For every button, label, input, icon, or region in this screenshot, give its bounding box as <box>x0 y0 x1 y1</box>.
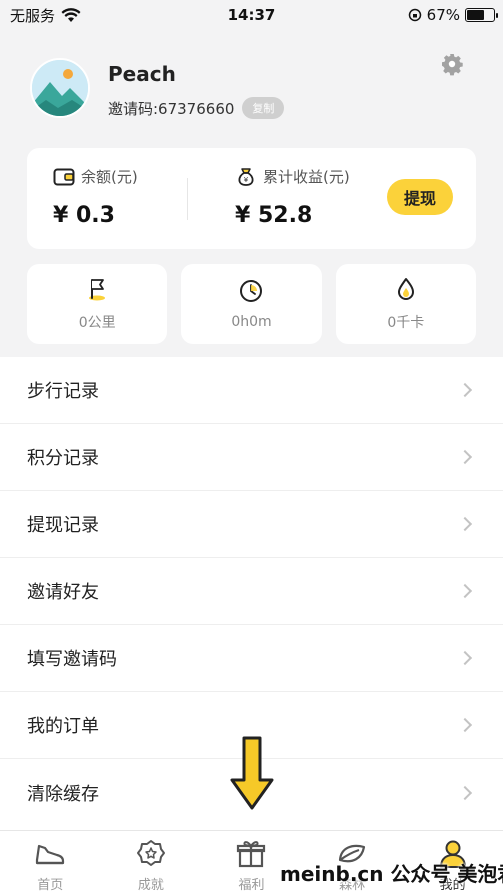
invite-code: 邀请码:67376660 <box>108 99 235 118</box>
money-bag-icon: ¥ <box>238 167 254 186</box>
distance-stat: 0公里 <box>27 264 168 344</box>
chevron-right-icon <box>457 650 473 666</box>
status-bar: 无服务 14:37 67% <box>0 0 503 30</box>
tab-label: 成就 <box>137 878 164 893</box>
distance-value: 0公里 <box>78 315 116 331</box>
earnings-column: ¥ 累计收益(元) ¥ 52.8 <box>235 166 350 228</box>
earnings-label: 累计收益(元) <box>263 168 350 186</box>
clock-icon <box>240 280 263 302</box>
invite-code-row: 邀请码:67376660 复制 <box>108 97 285 119</box>
watermark: meinb.cn 公众号 美泡君 <box>280 862 503 886</box>
menu-item-label: 积分记录 <box>27 448 99 469</box>
balance-divider <box>187 178 188 220</box>
mountain-avatar-icon <box>32 60 88 116</box>
svg-text:¥: ¥ <box>244 176 249 184</box>
calorie-stat: 0千卡 <box>335 264 476 344</box>
balance-card: 余额(元) ¥ 0.3 ¥ 累计收益(元) ¥ 52.8 提现 <box>27 148 476 249</box>
battery-percent: 67% <box>426 6 460 24</box>
tab-label: 福利 <box>238 878 265 893</box>
balance-label: 余额(元) <box>81 168 138 186</box>
settings-button[interactable] <box>440 52 464 76</box>
menu-item-label: 提现记录 <box>27 515 99 536</box>
chevron-right-icon <box>457 516 473 532</box>
battery-icon <box>465 8 498 22</box>
flag-icon <box>89 279 106 301</box>
avatar[interactable] <box>30 58 90 118</box>
duration-stat: 0h0m <box>181 264 322 344</box>
duration-value: 0h0m <box>231 314 272 330</box>
menu-item-withdraw-records[interactable]: 提现记录 <box>0 491 503 558</box>
orientation-lock-icon <box>408 8 421 22</box>
menu-item-label: 清除缓存 <box>27 783 99 805</box>
menu-item-label: 我的订单 <box>27 716 99 737</box>
withdraw-button[interactable]: 提现 <box>387 179 453 215</box>
gear-icon <box>442 54 463 76</box>
shoe-icon <box>36 844 65 865</box>
copy-button[interactable]: 复制 <box>242 97 285 119</box>
wifi-icon <box>61 7 81 22</box>
chevron-right-icon <box>457 717 473 733</box>
medal-icon <box>136 840 165 866</box>
menu-item-label: 邀请好友 <box>27 582 99 603</box>
flame-icon <box>397 278 414 300</box>
chevron-right-icon <box>457 449 473 465</box>
arrow-down-icon <box>230 736 274 810</box>
tab-achievements[interactable]: 成就 <box>101 831 202 896</box>
menu-item-walk-records[interactable]: 步行记录 <box>0 357 503 424</box>
wallet-icon <box>53 168 75 185</box>
balance-value: ¥ 0.3 <box>53 203 115 228</box>
gift-icon <box>237 841 266 868</box>
menu-item-points-records[interactable]: 积分记录 <box>0 424 503 491</box>
carrier-label: 无服务 <box>10 6 56 25</box>
earnings-value: ¥ 52.8 <box>235 203 313 228</box>
menu-item-label: 填写邀请码 <box>27 649 117 670</box>
chevron-right-icon <box>457 382 473 398</box>
activity-stats: 0公里 0h0m 0千卡 <box>27 264 476 344</box>
menu-item-enter-invite-code[interactable]: 填写邀请码 <box>0 625 503 692</box>
chevron-right-icon <box>457 785 473 800</box>
tab-label: 首页 <box>37 878 64 893</box>
menu-item-invite-friends[interactable]: 邀请好友 <box>0 558 503 625</box>
username: Peach <box>108 62 176 86</box>
profile-header: Peach 邀请码:67376660 复制 <box>0 30 503 148</box>
battery-level <box>467 10 485 20</box>
menu-item-label: 步行记录 <box>27 381 99 402</box>
balance-column: 余额(元) ¥ 0.3 <box>53 166 138 228</box>
calorie-value: 0千卡 <box>387 315 425 331</box>
chevron-right-icon <box>457 583 473 599</box>
tab-home[interactable]: 首页 <box>0 831 101 896</box>
